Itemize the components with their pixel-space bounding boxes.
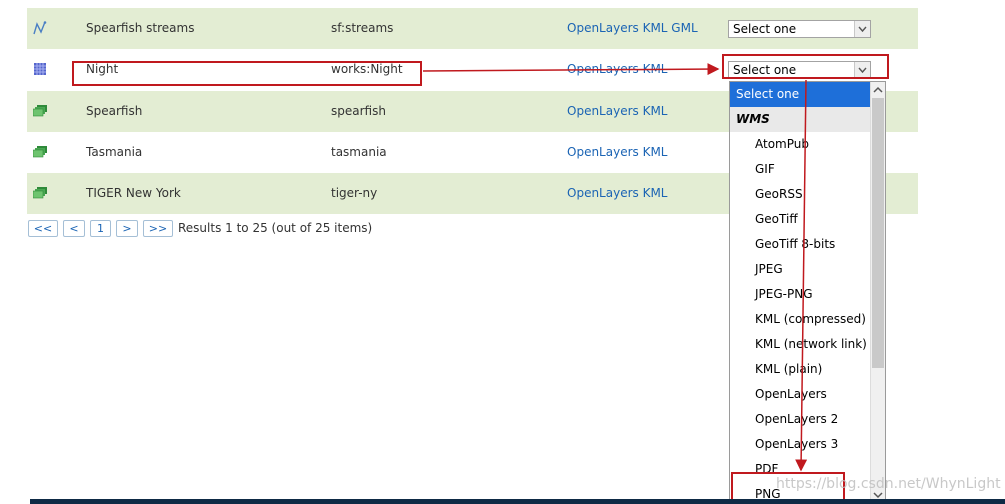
watermark: https://blog.csdn.net/WhynLight <box>776 476 1001 492</box>
annotation-arrows <box>422 63 808 472</box>
bottom-bar <box>30 499 1005 504</box>
layer-preview-page: Spearfish streams sf:streams OpenLayers KM… <box>0 0 1005 504</box>
arrow-to-select <box>422 63 720 76</box>
arrow-to-png <box>795 79 808 472</box>
